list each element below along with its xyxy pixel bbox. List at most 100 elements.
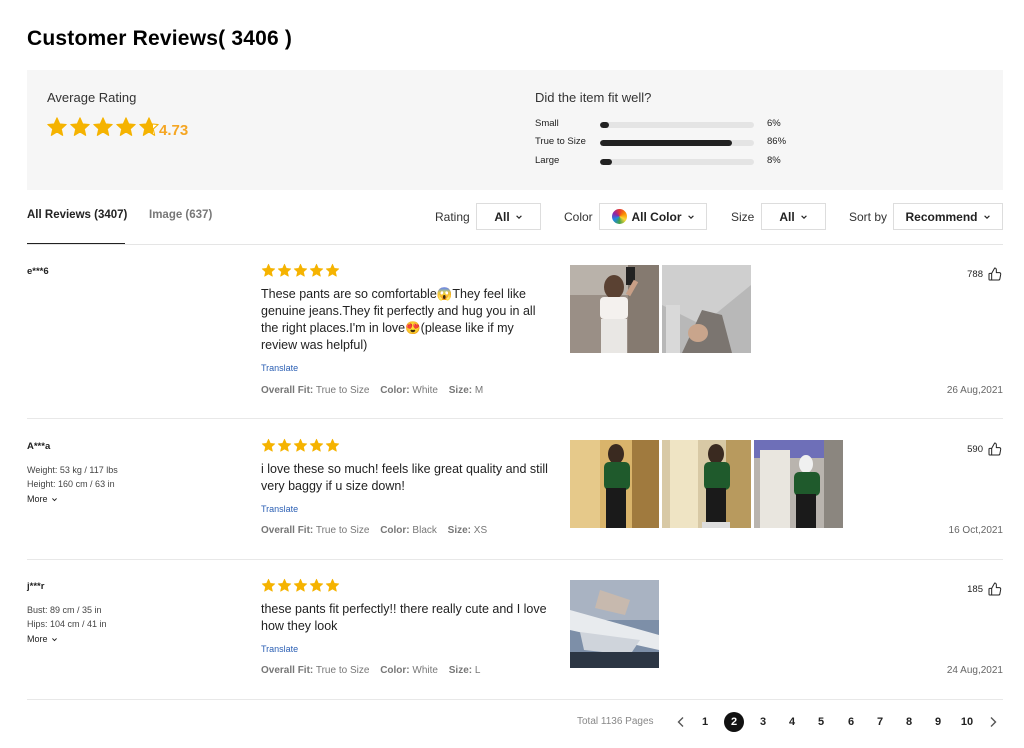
fit-key: Overall Fit: <box>261 385 314 396</box>
star-icon <box>293 263 308 277</box>
reviewer-name: j***r <box>27 581 45 592</box>
fit-row: True to Size 86% <box>535 136 815 150</box>
translate-link[interactable]: Translate <box>261 504 298 514</box>
size-filter-value: All <box>779 209 795 224</box>
chevron-right-icon[interactable] <box>986 715 1000 729</box>
page-number[interactable]: 6 <box>841 712 861 732</box>
chevron-down-icon <box>51 497 57 501</box>
review-text: these pants fit perfectly!! there really… <box>261 602 547 633</box>
size-filter-label: Size <box>731 210 755 224</box>
star-icon <box>261 578 276 592</box>
review-item: e***6 These pants are so comfortable😱The… <box>27 263 1003 406</box>
fit-key: Overall Fit: <box>261 525 314 536</box>
page-number[interactable]: 4 <box>782 712 802 732</box>
page-number[interactable]: 10 <box>957 712 977 732</box>
translate-link[interactable]: Translate <box>261 644 298 654</box>
review-item: A***a Weight: 53 kg / 117 lbs Height: 16… <box>27 438 1003 551</box>
color-swatch-icon <box>611 209 627 224</box>
size-key: Size: <box>448 665 473 676</box>
color-filter-dropdown[interactable]: All Color <box>599 203 707 230</box>
fit-progress-fill <box>600 140 733 146</box>
average-rating-value: 4.73 <box>159 122 189 139</box>
chevron-down-icon <box>51 637 57 641</box>
fit-row: Large 8% <box>535 155 815 169</box>
star-icon <box>293 578 308 592</box>
tab-all-reviews[interactable]: All Reviews (3407) <box>27 209 127 221</box>
review-tabs: All Reviews (3407) Image (637) <box>27 203 327 245</box>
fit-progress-fill <box>600 122 610 128</box>
thumbs-up-icon <box>988 442 1002 456</box>
rating-filter-dropdown[interactable]: All <box>476 203 541 230</box>
color-value: White <box>412 665 438 676</box>
rating-filter-label: Rating <box>435 210 470 224</box>
review-photo[interactable] <box>662 265 751 353</box>
color-key: Color: <box>380 665 410 676</box>
color-value: Black <box>412 525 437 536</box>
review-photo[interactable] <box>570 265 659 353</box>
star-icon <box>309 438 324 452</box>
review-text: These pants are so comfortable😱They feel… <box>261 287 536 352</box>
chevron-down-icon <box>983 214 990 219</box>
size-key: Size: <box>448 385 473 396</box>
fit-option-label: Small <box>535 118 559 129</box>
star-icon <box>277 263 292 277</box>
thumbs-up-icon <box>988 267 1002 281</box>
rating-summary: Average Rating 4.73 Did the item fit wel… <box>27 70 1003 190</box>
review-attributes: Overall Fit: True to Size Color: Black S… <box>261 525 487 536</box>
review-photo[interactable] <box>570 580 659 668</box>
like-button[interactable]: 185 <box>967 581 1003 597</box>
fit-value: True to Size <box>315 385 370 396</box>
size-value: XS <box>473 525 488 536</box>
fit-percent: 8% <box>767 155 781 166</box>
color-key: Color: <box>380 385 410 396</box>
like-count: 590 <box>967 443 983 455</box>
star-icon <box>261 263 276 277</box>
review-date: 24 Aug,2021 <box>946 665 1003 676</box>
star-icon <box>116 117 136 136</box>
page-number[interactable]: 2 <box>724 712 744 732</box>
reviewer-name: A***a <box>27 441 51 452</box>
page-number[interactable]: 9 <box>928 712 948 732</box>
page-number[interactable]: 8 <box>899 712 919 732</box>
fit-percent: 6% <box>767 118 781 129</box>
page-number[interactable]: 7 <box>870 712 890 732</box>
sort-dropdown[interactable]: Recommend <box>893 203 1003 230</box>
fit-progress-fill <box>600 159 613 165</box>
review-photo[interactable] <box>570 440 659 528</box>
page-number[interactable]: 1 <box>695 712 715 732</box>
fit-progress-bar <box>600 159 754 165</box>
rating-filter-value: All <box>494 209 510 224</box>
fit-option-label: Large <box>535 155 560 166</box>
star-icon <box>261 438 276 452</box>
star-icon <box>325 578 340 592</box>
star-icon <box>277 578 292 592</box>
like-button[interactable]: 788 <box>967 266 1003 282</box>
page-number[interactable]: 5 <box>811 712 831 732</box>
page-title: Customer Reviews( 3406 ) <box>27 27 293 50</box>
star-icon <box>309 263 324 277</box>
size-filter-dropdown[interactable]: All <box>761 203 826 230</box>
translate-link[interactable]: Translate <box>261 363 298 373</box>
fit-value: True to Size <box>315 665 370 676</box>
like-count: 788 <box>967 268 983 280</box>
chevron-down-icon <box>800 214 807 219</box>
review-stars <box>261 438 340 453</box>
fit-progress-bar <box>600 140 754 146</box>
review-attributes: Overall Fit: True to Size Color: White S… <box>261 665 480 676</box>
reviewer-bust: Bust: 89 cm / 35 in <box>27 605 102 615</box>
more-toggle[interactable]: More <box>27 494 58 504</box>
chevron-down-icon <box>515 214 522 219</box>
page-number[interactable]: 3 <box>753 712 773 732</box>
star-icon <box>277 438 292 452</box>
tab-image[interactable]: Image (637) <box>149 209 212 221</box>
total-pages: Total 1136 Pages <box>577 716 654 727</box>
review-attributes: Overall Fit: True to Size Color: White S… <box>261 385 483 396</box>
fit-row: Small 6% <box>535 118 815 132</box>
star-icon <box>309 578 324 592</box>
color-filter-value: All Color <box>631 209 682 224</box>
like-button[interactable]: 590 <box>967 441 1003 457</box>
more-toggle[interactable]: More <box>27 634 58 644</box>
chevron-left-icon[interactable] <box>674 715 688 729</box>
review-photo[interactable] <box>754 440 843 528</box>
review-photo[interactable] <box>662 440 751 528</box>
